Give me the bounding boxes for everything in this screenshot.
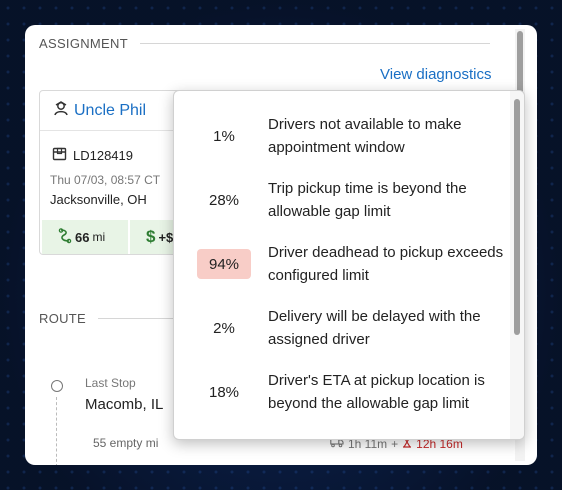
diagnostic-text: Drivers not available to make appointmen… <box>268 116 462 156</box>
stop-marker <box>51 380 63 392</box>
diagnostic-item: 94% Driver deadhead to pickup exceeds co… <box>174 241 510 287</box>
popover-scrollbar-thumb[interactable] <box>514 99 520 335</box>
diagnostic-text: Trip pickup time is beyond the allowable… <box>268 180 467 220</box>
deadhead-miles-chip: 66 mi <box>42 220 128 254</box>
last-stop-label: Last Stop <box>85 376 136 390</box>
diagnostic-percent: 2% <box>213 319 235 337</box>
diagnostic-text: Driver deadhead to pickup exceeds config… <box>268 244 504 284</box>
diagnostic-item: 18% Driver's ETA at pickup location is b… <box>174 369 510 415</box>
dollar-icon: $ <box>146 227 156 246</box>
empty-miles: 55 empty mi <box>93 436 159 450</box>
route-divider <box>98 318 178 319</box>
diagnostic-text: Delivery will be delayed with the assign… <box>268 308 481 348</box>
load-id: LD128419 <box>73 147 133 163</box>
driver-name-link[interactable]: Uncle Phil <box>74 102 146 120</box>
cost-value: +$ <box>158 229 174 245</box>
section-divider <box>140 43 490 44</box>
diagnostic-item: 1% Drivers not available to make appoint… <box>174 113 510 159</box>
assignment-section-title: ASSIGNMENT <box>39 36 128 51</box>
last-stop-city: Macomb, IL <box>85 396 164 413</box>
load-row: LD128419 <box>52 146 133 164</box>
driver-icon <box>52 99 70 122</box>
deadhead-miles-value: 66 <box>75 229 90 245</box>
route-section-title: ROUTE <box>39 311 86 326</box>
diagnostic-percent: 18% <box>208 383 240 401</box>
route-icon <box>58 227 72 247</box>
diagnostic-percent: 1% <box>213 127 235 145</box>
load-icon <box>52 146 67 164</box>
diagnostic-text: Driver's ETA at pickup location is beyon… <box>268 372 485 412</box>
diagnostic-percent: 28% <box>208 191 240 209</box>
route-connector <box>56 397 57 465</box>
load-datetime: Thu 07/03, 08:57 CT <box>50 173 161 187</box>
diagnostics-popover: 1% Drivers not available to make appoint… <box>173 90 525 440</box>
diagnostic-percent-highlighted: 94% <box>197 249 251 279</box>
load-city: Jacksonville, OH <box>50 192 147 207</box>
deadhead-miles-unit: mi <box>92 230 106 244</box>
view-diagnostics-link[interactable]: View diagnostics <box>380 66 491 83</box>
diagnostic-item: 2% Delivery will be delayed with the ass… <box>174 305 510 351</box>
diagnostic-item: 28% Trip pickup time is beyond the allow… <box>174 177 510 223</box>
